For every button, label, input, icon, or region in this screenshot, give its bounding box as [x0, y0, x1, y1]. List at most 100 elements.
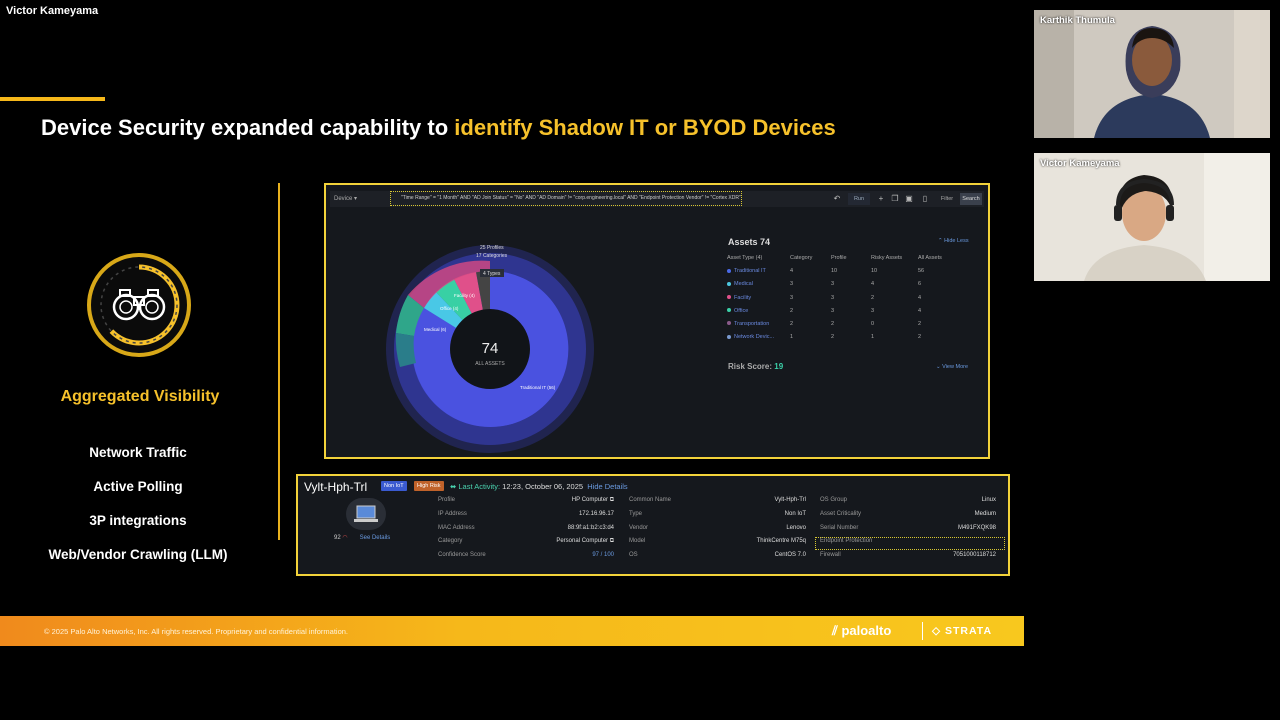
hide-details-link[interactable]: Hide Details [587, 482, 627, 491]
risk-gauge-icon: ◠ [342, 535, 348, 541]
cell-all: 4 [918, 294, 922, 301]
feature-active-polling: Active Polling [93, 479, 183, 494]
computer-icon [346, 498, 386, 530]
donut-center-label: ALL ASSETS [475, 361, 505, 367]
slide-title: Device Security expanded capability to i… [41, 115, 836, 141]
paloalto-logo-icon: ⫽ [832, 623, 838, 638]
legend-dot-icon [727, 295, 731, 300]
query-input[interactable]: "Time Range" = "1 Month" AND "AD Join St… [390, 191, 742, 206]
donut-center-value: 74 [482, 340, 499, 357]
categories-annotation: 17 Categories [476, 253, 508, 259]
cell-category: 2 [790, 320, 794, 327]
assets-title: Assets 74 [728, 237, 771, 247]
device-name: Vylt-Hph-Trl [304, 480, 368, 494]
segment-label-facility: Facility (4) [454, 293, 475, 298]
asset-type-name: Facility [727, 295, 751, 301]
binoculars-icon [84, 250, 194, 360]
footer-separator [922, 622, 923, 640]
segment-label-traditional: Traditional IT (56) [520, 385, 556, 390]
field-label: OS [629, 552, 638, 559]
table-row[interactable]: Traditional IT 4 10 10 56 [727, 266, 967, 279]
asset-type-name: Transportation [727, 321, 769, 327]
cell-profile: 3 [831, 294, 835, 301]
asset-dashboard-panel: Device ▾ "Time Range" = "1 Month" AND "A… [324, 183, 990, 459]
title-accent-line [0, 97, 105, 101]
col-category: Category [790, 255, 813, 261]
undo-icon[interactable]: ↶ [832, 193, 842, 205]
cell-category: 3 [790, 281, 794, 288]
cell-all: 2 [918, 334, 922, 341]
participant-name: Victor Kameyama [1040, 158, 1120, 169]
table-row[interactable]: Transportation 2 2 0 2 [727, 319, 967, 332]
legend-dot-icon [727, 268, 731, 273]
run-button[interactable]: Run [848, 193, 870, 205]
legend-dot-icon [727, 281, 731, 286]
legend-dot-icon [727, 321, 731, 326]
field-label: Model [629, 538, 646, 545]
field-value: ThinkCentre M75q [756, 538, 806, 545]
save-icon[interactable]: ▣ [904, 193, 914, 205]
view-more-link[interactable]: ⌄ View More [936, 364, 968, 370]
field-label: Serial Number [820, 524, 859, 531]
field-label: Confidence Score [438, 552, 486, 559]
feature-network-traffic: Network Traffic [89, 445, 187, 460]
device-risk-score: 92 ◠ See Details [334, 535, 391, 541]
feature-3p-integrations: 3P integrations [89, 513, 187, 528]
cell-risky: 0 [871, 320, 875, 327]
non-iot-badge: Non IoT [381, 481, 407, 491]
table-row[interactable]: Network Devic... 1 2 1 2 [727, 332, 967, 345]
field-value: M491FXQK98 [957, 524, 996, 531]
participant-tile-victor[interactable]: Victor Kameyama [1034, 153, 1270, 281]
slide-title-plain: Device Security expanded capability to [41, 115, 455, 140]
cell-profile: 2 [831, 334, 835, 341]
filter-button[interactable]: Filter [937, 193, 957, 205]
cell-profile: 2 [831, 320, 835, 327]
participant-video-victor [1034, 153, 1270, 281]
field-value: Lenovo [786, 524, 806, 531]
see-details-link[interactable]: See Details [360, 535, 391, 541]
cell-risky: 2 [871, 294, 875, 301]
table-row[interactable]: Office 2 3 3 4 [727, 306, 967, 319]
asset-type-name: Office [727, 308, 748, 314]
field-label: Vendor [629, 524, 649, 531]
participant-video-karthik [1034, 10, 1270, 138]
field-value: 7051000118712 [953, 552, 996, 559]
field-value: 97 / 100 [592, 552, 614, 559]
cell-category: 3 [790, 294, 794, 301]
segment-label-medical: Medical (6) [424, 327, 447, 332]
search-button[interactable]: Search [960, 193, 982, 205]
cell-category: 4 [790, 268, 794, 275]
types-annotation: 4 Types [483, 271, 501, 277]
table-row[interactable]: Medical 3 3 4 6 [727, 279, 967, 292]
col-asset-type: Asset Type (4) [727, 255, 763, 261]
strata-logo-icon: ◇ [932, 625, 942, 637]
col-profile: Profile [831, 255, 847, 261]
add-icon[interactable]: + [876, 193, 886, 205]
cell-profile: 3 [831, 307, 835, 314]
cell-profile: 10 [831, 268, 838, 275]
field-value: Vylt-Hph-Trl [774, 497, 806, 503]
query-toolbar: Device ▾ "Time Range" = "1 Month" AND "A… [330, 191, 984, 207]
field-value: Personal Computer ⧉ [556, 538, 614, 545]
field-value: 88:9f:a1:b2:c3:d4 [567, 524, 614, 531]
endpoint-protection-highlight [815, 537, 1005, 550]
field-value: Linux [981, 497, 996, 503]
asset-type-name: Medical [727, 281, 753, 287]
table-row[interactable]: Facility 3 3 2 4 [727, 293, 967, 306]
risk-score: Risk Score: 19 [728, 362, 784, 371]
cell-all: 56 [918, 268, 925, 275]
copy-icon[interactable]: ❐ [890, 193, 900, 205]
participant-tile-karthik[interactable]: Karthik Thumula [1034, 10, 1270, 138]
strata-logo: ◇ STRATA [932, 625, 993, 637]
participant-name: Karthik Thumula [1040, 15, 1115, 26]
cell-risky: 4 [871, 281, 875, 288]
bookmark-icon[interactable]: ▯ [920, 193, 930, 205]
field-value: 172.16.96.17 [578, 510, 614, 517]
scope-select[interactable]: Device ▾ [334, 193, 384, 205]
cell-category: 1 [790, 334, 794, 341]
slide-divider [278, 183, 280, 540]
field-value: Medium [974, 510, 996, 517]
view-less-link[interactable]: ⌃ Hide Less [938, 238, 969, 244]
copyright-text: © 2025 Palo Alto Networks, Inc. All righ… [44, 627, 349, 636]
field-label: Type [629, 510, 643, 517]
